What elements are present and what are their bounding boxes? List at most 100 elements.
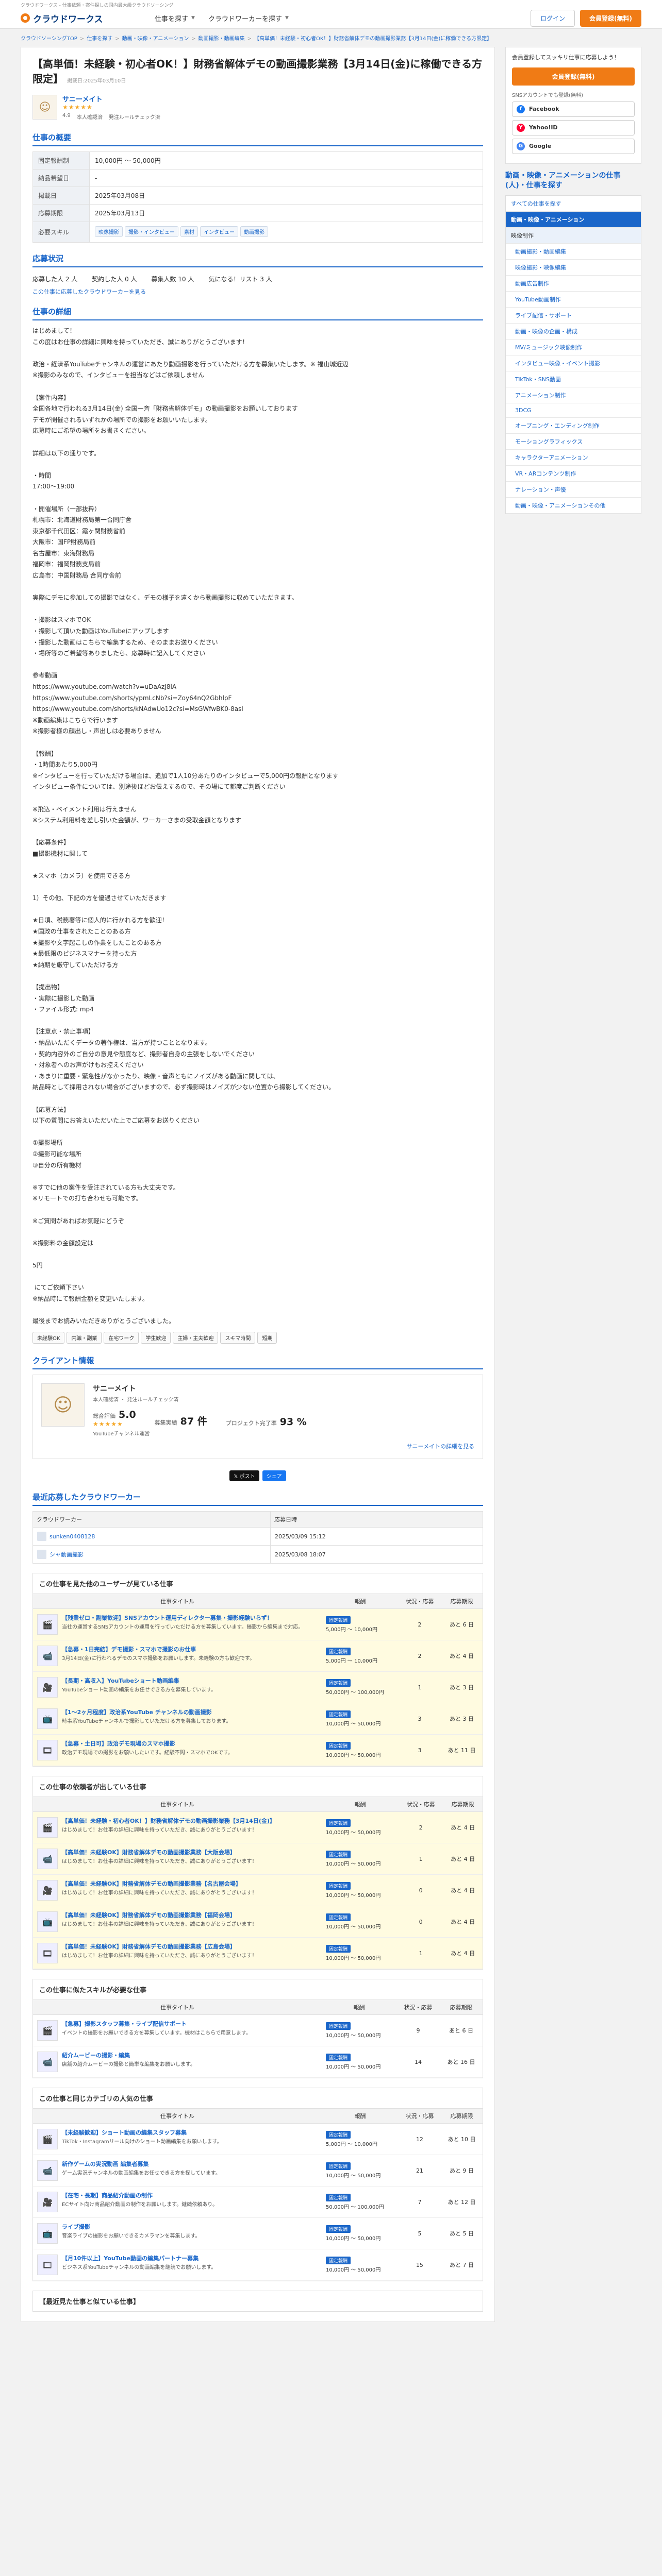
category-item[interactable]: オープニング・エンディング制作 bbox=[506, 418, 641, 434]
worker-name-link[interactable]: sunken0408128 bbox=[49, 1533, 95, 1540]
job-title-link[interactable]: 【高単価！未経験OK】財務省解体デモの動画撮影業務【福岡会場】 bbox=[62, 1912, 236, 1919]
skill-tag[interactable]: インタビュー bbox=[200, 226, 238, 237]
job-title-link[interactable]: 【高単価！未経験OK】財務省解体デモの動画撮影業務【名古屋会場】 bbox=[62, 1880, 241, 1887]
job-tag[interactable]: 内職・副業 bbox=[67, 1332, 102, 1344]
job-title-link[interactable]: 【在宅・長期】商品紹介動画の制作 bbox=[62, 2192, 153, 2199]
skill-tag[interactable]: 撮影・インタビュー bbox=[125, 226, 178, 237]
job-thumbnail[interactable]: 🎞 bbox=[37, 2255, 58, 2276]
job-title-link[interactable]: 【高単価！未経験・初心者OK！】財務省解体デモの動画撮影業務【3月14日(金)】 bbox=[62, 1818, 275, 1824]
job-row[interactable]: 📺 ライブ撮影 音楽ライブの撮影をお願いできるカメラマンを募集します。 固定報酬 10,… bbox=[33, 2217, 483, 2250]
job-thumbnail[interactable]: 📺 bbox=[37, 1911, 58, 1933]
signup-button[interactable]: 会員登録(無料) bbox=[580, 9, 641, 27]
job-thumbnail[interactable]: 🎞 bbox=[37, 1943, 58, 1964]
breadcrumb-item[interactable]: クラウドソーシングTOP bbox=[21, 36, 77, 42]
job-thumbnail[interactable]: 📹 bbox=[37, 2052, 58, 2073]
skill-tag[interactable]: 映像撮影 bbox=[95, 226, 123, 237]
job-thumbnail[interactable]: 🎬 bbox=[37, 2129, 58, 2150]
job-tag[interactable]: 在宅ワーク bbox=[104, 1332, 139, 1344]
job-row[interactable]: 📹 【急募・1日完結】デモ撮影・スマホで撮影のお仕事 3月14日(金)に行われるデモ… bbox=[33, 1640, 483, 1672]
job-title-link[interactable]: 【急募】撮影スタッフ募集・ライブ配信サポート bbox=[62, 2021, 187, 2027]
worker-name-link[interactable]: シャ動画撮影 bbox=[49, 1550, 84, 1558]
job-thumbnail[interactable]: 🎬 bbox=[37, 2020, 58, 2041]
sns-signup-button[interactable]: Y Yahoo!ID bbox=[512, 120, 635, 135]
job-title-link[interactable]: 【高単価！未経験OK】財務省解体デモの動画撮影業務【大阪会場】 bbox=[62, 1849, 236, 1856]
applicants-link[interactable]: この仕事に応募したクラウドワーカーを見る bbox=[32, 289, 146, 295]
job-title-link[interactable]: 【未経験歓迎】ショート動画の編集スタッフ募集 bbox=[62, 2129, 187, 2136]
job-tag[interactable]: スキマ時間 bbox=[220, 1332, 256, 1344]
breadcrumb-item[interactable]: 動画撮影・動画編集 bbox=[198, 36, 245, 42]
job-thumbnail[interactable]: 📹 bbox=[37, 2160, 58, 2181]
job-title-link[interactable]: 紹介ムービーの撮影・編集 bbox=[62, 2052, 130, 2059]
category-item[interactable]: 動画・映像・アニメーション bbox=[506, 211, 641, 228]
login-button[interactable]: ログイン bbox=[531, 9, 575, 27]
job-tag[interactable]: 短期 bbox=[257, 1332, 277, 1344]
site-logo[interactable]: クラウドワークス bbox=[21, 12, 155, 25]
job-thumbnail[interactable]: 🎬 bbox=[37, 1614, 58, 1635]
category-item[interactable]: アニメーション制作 bbox=[506, 387, 641, 403]
skill-tag[interactable]: 素材 bbox=[180, 226, 198, 237]
job-row[interactable]: 🎥 【在宅・長期】商品紹介動画の制作 ECサイト向け商品紹介動画の制作をお願いします… bbox=[33, 2186, 483, 2218]
job-row[interactable]: 📹 【高単価！未経験OK】財務省解体デモの動画撮影業務【大阪会場】 はじめまして！お… bbox=[33, 1843, 483, 1875]
category-item[interactable]: 動画撮影・動画編集 bbox=[506, 244, 641, 260]
category-item[interactable]: 動画広告制作 bbox=[506, 276, 641, 292]
category-item[interactable]: 動画・映像の企画・構成 bbox=[506, 324, 641, 340]
category-item[interactable]: 3DCG bbox=[506, 403, 641, 418]
job-thumbnail[interactable]: 🎥 bbox=[37, 2192, 58, 2213]
skill-tag[interactable]: 動画撮影 bbox=[240, 226, 268, 237]
category-item[interactable]: キャラクターアニメーション bbox=[506, 450, 641, 466]
category-item[interactable]: ナレーション・声優 bbox=[506, 482, 641, 498]
job-title-link[interactable]: 【長期・高収入】YouTubeショート動画編集 bbox=[62, 1677, 179, 1684]
job-thumbnail[interactable]: 📹 bbox=[37, 1646, 58, 1667]
job-title-link[interactable]: 【急募・1日完結】デモ撮影・スマホで撮影のお仕事 bbox=[62, 1646, 196, 1653]
job-thumbnail[interactable]: 📹 bbox=[37, 1849, 58, 1870]
category-item[interactable]: VR・ARコンテンツ制作 bbox=[506, 466, 641, 482]
job-title-link[interactable]: ライブ撮影 bbox=[62, 2224, 90, 2230]
category-item[interactable]: TikTok・SNS動画 bbox=[506, 371, 641, 387]
sns-signup-button[interactable]: G Google bbox=[512, 138, 635, 154]
category-item[interactable]: MV/ミュージック映像制作 bbox=[506, 340, 641, 355]
sns-signup-button[interactable]: f Facebook bbox=[512, 101, 635, 117]
job-title-link[interactable]: 【残業ゼロ・副業歓迎】SNSアカウント運用ディレクター募集・撮影経験いらず！ bbox=[62, 1615, 273, 1621]
job-thumbnail[interactable]: 📺 bbox=[37, 1708, 58, 1730]
client-avatar-large[interactable]: ☺ bbox=[41, 1383, 85, 1427]
category-item[interactable]: モーショングラフィックス bbox=[506, 434, 641, 450]
client-avatar[interactable]: ☺ bbox=[32, 95, 57, 120]
job-row[interactable]: 🎬 【高単価！未経験・初心者OK！】財務省解体デモの動画撮影業務【3月14日(金)… bbox=[33, 1811, 483, 1844]
worker-avatar[interactable] bbox=[37, 1532, 46, 1541]
job-title-link[interactable]: 【急募・土日可】政治デモ現場のスマホ撮影 bbox=[62, 1740, 175, 1747]
job-row[interactable]: 📹 新作ゲームの実況動画 編集者募集 ゲーム実況チャンネルの動画編集をお任せできる方… bbox=[33, 2155, 483, 2187]
job-tag[interactable]: 未経験OK bbox=[32, 1332, 65, 1344]
job-row[interactable]: 🎬 【未経験歓迎】ショート動画の編集スタッフ募集 TikTok・Instagramリ… bbox=[33, 2123, 483, 2156]
job-row[interactable]: 🎞 【高単価！未経験OK】財務省解体デモの動画撮影業務【広島会場】 はじめまして！お… bbox=[33, 1937, 483, 1970]
job-row[interactable]: 🎬 【急募】撮影スタッフ募集・ライブ配信サポート イベントの撮影をお願いできる方を募… bbox=[33, 2014, 483, 2047]
category-item[interactable]: 映像制作 bbox=[506, 227, 641, 244]
job-title-link[interactable]: 【1〜2ヶ月程度】政治系YouTube チャンネルの動画撮影 bbox=[62, 1709, 212, 1716]
job-thumbnail[interactable]: 🎥 bbox=[37, 1880, 58, 1901]
job-title-link[interactable]: 【月10件以上】YouTube動画の編集パートナー募集 bbox=[62, 2255, 198, 2262]
client-detail-link[interactable]: サニーメイトの詳細を見る bbox=[406, 1443, 474, 1450]
job-row[interactable]: 📺 【1〜2ヶ月程度】政治系YouTube チャンネルの動画撮影 時事系YouTub… bbox=[33, 1703, 483, 1735]
category-item[interactable]: すべての仕事を探す bbox=[506, 196, 641, 212]
job-row[interactable]: 🎞 【月10件以上】YouTube動画の編集パートナー募集 ビジネス系YouTube… bbox=[33, 2249, 483, 2281]
breadcrumb-item[interactable]: 動画・映像・アニメーション bbox=[122, 36, 189, 42]
job-tag[interactable]: 学生歓迎 bbox=[141, 1332, 171, 1344]
job-thumbnail[interactable]: 🎥 bbox=[37, 1677, 58, 1698]
job-title-link[interactable]: 新作ゲームの実況動画 編集者募集 bbox=[62, 2161, 149, 2167]
sidebar-signup-button[interactable]: 会員登録(無料) bbox=[512, 67, 635, 86]
job-row[interactable]: 📺 【高単価！未経験OK】財務省解体デモの動画撮影業務【福岡会場】 はじめまして！お… bbox=[33, 1906, 483, 1938]
nav-find-worker[interactable]: クラウドワーカーを探す ▼ bbox=[208, 13, 289, 23]
client-name-link[interactable]: サニーメイト bbox=[62, 96, 102, 104]
category-item[interactable]: インタビュー映像・イベント撮影 bbox=[506, 355, 641, 371]
breadcrumb-item[interactable]: 【高単価！未経験・初心者OK！】財務省解体デモの動画撮影業務【3月14日(金)に… bbox=[254, 36, 492, 42]
job-thumbnail[interactable]: 🎬 bbox=[37, 1817, 58, 1838]
job-thumbnail[interactable]: 📺 bbox=[37, 2223, 58, 2244]
category-item[interactable]: 動画・映像・アニメーションその他 bbox=[506, 498, 641, 514]
share-x-button[interactable]: 𝕏 ポスト bbox=[229, 1470, 259, 1482]
share-facebook-button[interactable]: シェア bbox=[262, 1470, 286, 1482]
job-row[interactable]: 🎥 【長期・高収入】YouTubeショート動画編集 YouTubeショート動画の編集… bbox=[33, 1671, 483, 1704]
job-title-link[interactable]: 【高単価！未経験OK】財務省解体デモの動画撮影業務【広島会場】 bbox=[62, 1943, 236, 1950]
job-row[interactable]: 📹 紹介ムービーの撮影・編集 店舗の紹介ムービーの撮影と簡単な編集をお願いします。固… bbox=[33, 2046, 483, 2078]
category-item[interactable]: YouTube動画制作 bbox=[506, 292, 641, 308]
breadcrumb-item[interactable]: 仕事を探す bbox=[87, 36, 112, 42]
job-row[interactable]: 🎬 【残業ゼロ・副業歓迎】SNSアカウント運用ディレクター募集・撮影経験いらず！ 当… bbox=[33, 1608, 483, 1641]
